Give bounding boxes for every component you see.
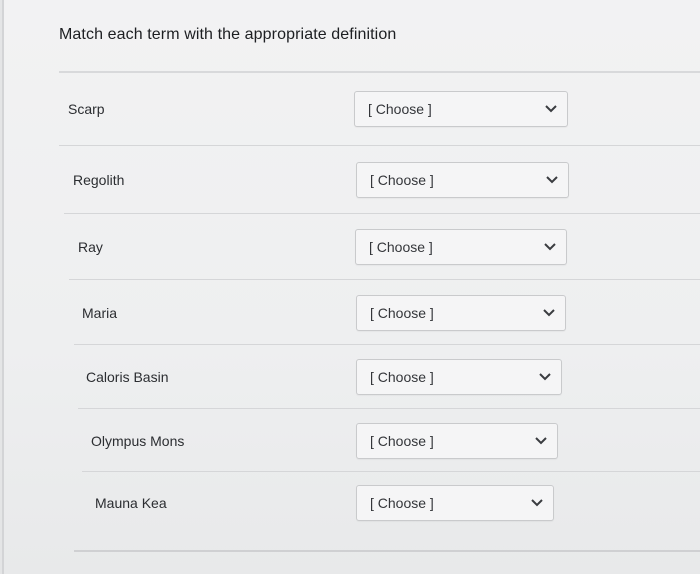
definition-select[interactable]: [ Choose ] [354, 91, 568, 127]
term-label: Olympus Mons [91, 432, 185, 449]
chevron-down-icon [539, 373, 551, 381]
match-row: Regolith [ Choose ] [64, 146, 700, 214]
definition-select[interactable]: [ Choose ] [356, 359, 562, 395]
chevron-down-icon [545, 105, 557, 113]
chevron-down-icon [546, 176, 558, 184]
question-card: Match each term with the appropriate def… [2, 0, 700, 574]
term-label: Ray [78, 239, 103, 255]
select-value: [ Choose ] [368, 101, 432, 117]
select-value: [ Choose ] [370, 369, 434, 385]
term-label: Mauna Kea [95, 495, 167, 511]
definition-select[interactable]: [ Choose ] [356, 422, 558, 459]
question-title: Match each term with the appropriate def… [59, 26, 397, 43]
term-label: Caloris Basin [86, 369, 169, 385]
chevron-down-icon [531, 499, 543, 507]
chevron-down-icon [535, 436, 547, 444]
select-value: [ Choose ] [370, 304, 434, 321]
definition-select[interactable]: [ Choose ] [355, 229, 567, 265]
term-label: Maria [82, 304, 118, 321]
matching-list: Scarp [ Choose ] Regolith [ Choose ] Ray… [4, 72, 700, 552]
select-value: [ Choose ] [370, 432, 434, 449]
definition-select[interactable]: [ Choose ] [356, 294, 566, 331]
divider [74, 550, 700, 552]
chevron-down-icon [543, 308, 555, 316]
term-label: Scarp [68, 101, 105, 117]
match-row: Caloris Basin [ Choose ] [78, 345, 700, 409]
select-value: [ Choose ] [370, 495, 434, 511]
definition-select[interactable]: [ Choose ] [356, 162, 569, 198]
match-row: Maria [ Choose ] [74, 280, 700, 345]
match-row: Ray [ Choose ] [69, 214, 700, 280]
definition-select[interactable]: [ Choose ] [356, 485, 554, 521]
select-value: [ Choose ] [369, 239, 433, 255]
match-row: Olympus Mons [ Choose ] [82, 409, 700, 472]
match-row: Mauna Kea [ Choose ] [86, 472, 700, 534]
select-value: [ Choose ] [370, 172, 434, 188]
chevron-down-icon [544, 243, 556, 251]
term-label: Regolith [73, 172, 125, 188]
match-row: Scarp [ Choose ] [59, 72, 700, 146]
